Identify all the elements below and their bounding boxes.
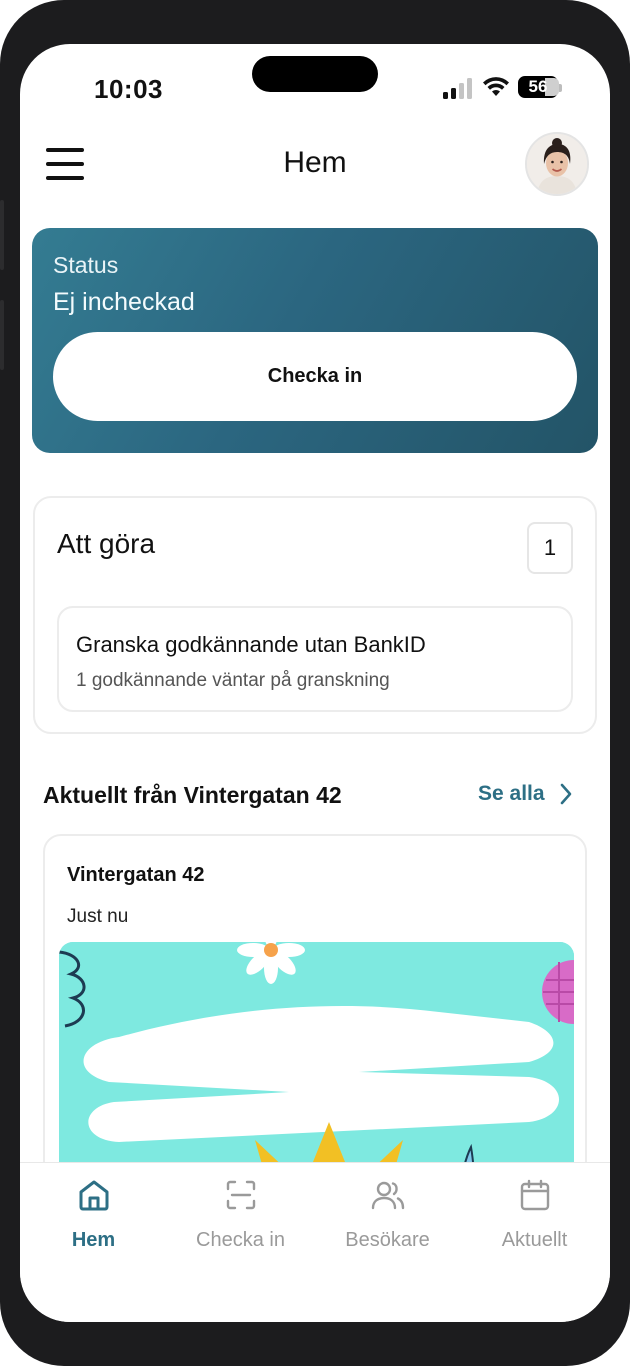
- news-post-author: Vintergatan 42: [67, 864, 205, 886]
- todo-item[interactable]: Granska godkännande utan BankID 1 godkän…: [57, 606, 573, 712]
- todo-title: Att göra: [57, 528, 156, 559]
- page-title: Hem: [283, 146, 347, 179]
- wifi-icon: [483, 77, 509, 96]
- avatar[interactable]: [525, 132, 589, 196]
- todo-item-subtitle: 1 godkännande väntar på granskning: [76, 670, 390, 691]
- phone-frame: 10:03 56 Hem Status Ej incheckad Checka …: [0, 0, 630, 1366]
- tab-label: Aktuellt: [501, 1229, 568, 1251]
- todo-card: Att göra 1 Granska godkännande utan Bank…: [33, 496, 597, 734]
- battery-icon: 56: [518, 76, 562, 100]
- status-value: Ej incheckad: [53, 288, 195, 316]
- tab-visitors[interactable]: Besökare: [314, 1177, 461, 1252]
- battery-level: 56: [528, 77, 548, 96]
- scan-icon: [226, 1180, 255, 1210]
- screen: 10:03 56 Hem Status Ej incheckad Checka …: [20, 44, 610, 1322]
- status-bar: 10:03 56: [20, 44, 610, 124]
- cellular-signal-icon: [443, 78, 472, 99]
- tab-news[interactable]: Aktuellt: [461, 1177, 608, 1252]
- user-photo: [527, 134, 587, 194]
- tab-label: Besökare: [345, 1229, 430, 1251]
- status-card: Status Ej incheckad Checka in: [32, 228, 598, 453]
- see-all-link[interactable]: Se alla: [478, 782, 573, 806]
- tab-label: Checka in: [196, 1229, 285, 1251]
- todo-item-title: Granska godkännande utan BankID: [76, 632, 426, 657]
- clock: 10:03: [94, 74, 163, 104]
- dynamic-island: [252, 56, 378, 92]
- home-icon: [79, 1180, 108, 1211]
- tab-label: Hem: [71, 1229, 116, 1251]
- chevron-right-icon: [560, 783, 571, 805]
- volume-down-button: [0, 300, 4, 370]
- users-icon: [371, 1181, 404, 1210]
- tab-bar: Hem Checka in Besökare Aktuellt: [20, 1162, 610, 1322]
- news-post-time: Just nu: [67, 906, 129, 927]
- check-in-button[interactable]: Checka in: [53, 332, 577, 421]
- tab-home[interactable]: Hem: [20, 1177, 167, 1252]
- volume-up-button: [0, 200, 4, 270]
- calendar-icon: [520, 1179, 549, 1211]
- todo-count-badge: 1: [527, 522, 573, 574]
- app-header: Hem: [20, 124, 610, 204]
- news-heading: Aktuellt från Vintergatan 42: [43, 782, 342, 808]
- see-all-label: Se alla: [478, 782, 545, 805]
- tab-check-in[interactable]: Checka in: [167, 1177, 314, 1252]
- status-label: Status: [53, 252, 119, 278]
